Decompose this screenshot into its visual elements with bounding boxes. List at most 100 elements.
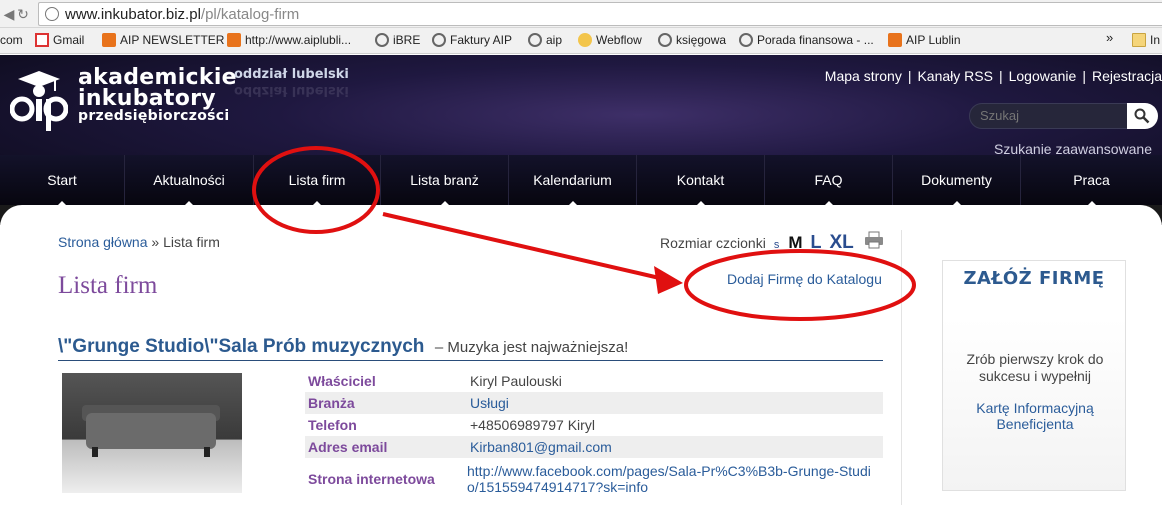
sofa-leg-shape bbox=[92, 447, 98, 457]
url-text: www.inkubator.biz.pl/pl/katalog-firm bbox=[65, 6, 300, 23]
globe-icon bbox=[739, 33, 753, 47]
nav-faq[interactable]: FAQ bbox=[765, 155, 893, 205]
bookmark-webflow[interactable]: Webflow bbox=[578, 33, 642, 47]
globe-icon bbox=[432, 33, 446, 47]
company-photo[interactable] bbox=[62, 373, 242, 493]
page-globe-icon bbox=[45, 7, 59, 21]
page-title: Lista firm bbox=[58, 272, 158, 299]
content-top-curve bbox=[0, 205, 1162, 235]
nav-dokumenty[interactable]: Dokumenty bbox=[893, 155, 1021, 205]
branch-label-reflection: oddział lubelski bbox=[234, 83, 349, 98]
bookmark-folder[interactable]: In bbox=[1132, 33, 1160, 47]
sofa-leg-shape bbox=[204, 447, 210, 457]
font-size-l-button[interactable]: L bbox=[810, 232, 821, 253]
bookmark-faktury-aip[interactable]: Faktury AIP bbox=[432, 33, 512, 47]
nav-praca[interactable]: Praca bbox=[1021, 155, 1162, 205]
gmail-icon bbox=[35, 33, 49, 47]
login-link[interactable]: Logowanie bbox=[1009, 68, 1077, 84]
address-bar[interactable]: www.inkubator.biz.pl/pl/katalog-firm bbox=[38, 2, 1162, 26]
start-company-text: Zrób pierwszy krok do sukcesu i wypełnij bbox=[966, 351, 1104, 384]
logo-text-line3: przedsiębiorczości bbox=[78, 108, 230, 124]
company-tagline: – Muzyka jest najważniejsza! bbox=[434, 339, 629, 356]
register-link[interactable]: Rejestracja bbox=[1092, 68, 1162, 84]
add-company-link[interactable]: Dodaj Firmę do Katalogu bbox=[727, 271, 882, 287]
company-name-link[interactable]: \"Grunge Studio\"Sala Prób muzycznych bbox=[58, 336, 424, 357]
nav-aktualnosci-label: Aktualności bbox=[153, 172, 225, 188]
bookmark-aip-newsletter[interactable]: AIP NEWSLETTER bbox=[102, 33, 224, 47]
bookmark-com[interactable]: com bbox=[0, 33, 23, 47]
nav-dokumenty-label: Dokumenty bbox=[921, 172, 992, 188]
print-icon[interactable] bbox=[864, 231, 884, 249]
table-row: Telefon +48506989797 Kiryl bbox=[305, 414, 883, 436]
start-company-title: ZAŁÓŻ FIRMĘ bbox=[963, 268, 1105, 289]
font-size-m-button[interactable]: M bbox=[788, 233, 802, 253]
breadcrumb: Strona główna » Lista firm bbox=[58, 234, 220, 250]
breadcrumb-separator: » bbox=[151, 234, 160, 250]
nav-lista-firm-label: Lista firm bbox=[288, 172, 346, 188]
sitemap-link[interactable]: Mapa strony bbox=[825, 68, 902, 84]
phone-value: +48506989797 Kiryl bbox=[470, 417, 595, 433]
search-box bbox=[969, 103, 1129, 129]
table-row: Właściciel Kiryl Paulouski bbox=[305, 370, 883, 392]
aip-logo-icon[interactable] bbox=[10, 69, 68, 133]
nav-kontakt[interactable]: Kontakt bbox=[637, 155, 765, 205]
aip-icon bbox=[888, 33, 902, 47]
bookmark-ksiegowa[interactable]: księgowa bbox=[658, 33, 726, 47]
nav-lista-firm[interactable]: Lista firm bbox=[254, 155, 381, 205]
table-row: Adres email Kirban801@gmail.com bbox=[305, 436, 883, 458]
email-label: Adres email bbox=[305, 436, 467, 458]
bookmark-aip-lublin[interactable]: AIP Lublin bbox=[888, 33, 961, 47]
annotation-arrow-head bbox=[654, 266, 683, 294]
bookmark-aiplublin-url[interactable]: http://www.aiplubli... bbox=[227, 33, 351, 47]
nav-faq-label: FAQ bbox=[814, 172, 843, 188]
font-size-xl-button[interactable]: XL bbox=[829, 232, 853, 254]
globe-icon bbox=[375, 33, 389, 47]
website-label: Strona internetowa bbox=[308, 471, 435, 487]
aip-icon bbox=[227, 33, 241, 47]
nav-aktualnosci[interactable]: Aktualności bbox=[125, 155, 254, 205]
nav-kalendarium-label: Kalendarium bbox=[533, 172, 612, 188]
bookmark-porada-finansowa[interactable]: Porada finansowa - ... bbox=[739, 33, 874, 47]
table-row: Branża Usługi bbox=[305, 392, 883, 414]
industry-link[interactable]: Usługi bbox=[470, 395, 509, 411]
globe-icon bbox=[528, 33, 542, 47]
bookmark-aip[interactable]: aip bbox=[528, 33, 562, 47]
font-size-label: Rozmiar czcionki bbox=[660, 235, 766, 251]
table-row: Strona internetowa http://www.facebook.c… bbox=[305, 458, 883, 500]
search-input[interactable] bbox=[980, 108, 1120, 123]
folder-icon bbox=[1132, 33, 1146, 47]
bookmark-ibre[interactable]: iBRE bbox=[375, 33, 420, 47]
company-details-table: Właściciel Kiryl Paulouski Branża Usługi… bbox=[305, 370, 883, 500]
nav-start-label: Start bbox=[47, 172, 77, 188]
bookmark-gmail[interactable]: Gmail bbox=[35, 33, 84, 47]
top-links: Mapa strony | Kanały RSS | Logowanie | Rejestr… bbox=[824, 68, 1162, 84]
nav-start[interactable]: Start bbox=[0, 155, 125, 205]
beneficiary-card-link[interactable]: Kartę Informacyjną Beneficjenta bbox=[957, 400, 1113, 432]
rss-link[interactable]: Kanały RSS bbox=[917, 68, 992, 84]
reload-icon[interactable]: ↻ bbox=[14, 5, 32, 23]
start-company-box[interactable]: ZAŁÓŻ FIRMĘ Zrób pierwszy krok do sukces… bbox=[942, 260, 1126, 491]
owner-value: Kiryl Paulouski bbox=[470, 373, 562, 389]
breadcrumb-home-link[interactable]: Strona główna bbox=[58, 234, 148, 250]
more-bookmarks-button[interactable]: » bbox=[1106, 30, 1113, 45]
website-link[interactable]: http://www.facebook.com/pages/Sala-Pr%C3… bbox=[467, 463, 871, 495]
sofa-shape bbox=[86, 413, 216, 449]
aip-icon bbox=[102, 33, 116, 47]
company-header: \"Grunge Studio\"Sala Prób muzycznych – … bbox=[58, 336, 883, 361]
font-size-s-button[interactable]: s bbox=[774, 239, 780, 251]
nav-lista-branz-label: Lista branż bbox=[410, 172, 479, 188]
industry-label: Branża bbox=[305, 392, 467, 414]
breadcrumb-current: Lista firm bbox=[163, 234, 220, 250]
nav-lista-branz[interactable]: Lista branż bbox=[381, 155, 509, 205]
nav-praca-label: Praca bbox=[1073, 172, 1110, 188]
branch-label: oddział lubelski bbox=[234, 67, 349, 82]
browser-toolbar: ◀ ↻ www.inkubator.biz.pl/pl/katalog-firm bbox=[0, 0, 1162, 28]
main-nav: Start Aktualności Lista firm Lista branż… bbox=[0, 155, 1162, 205]
search-icon bbox=[1134, 108, 1150, 124]
nav-kalendarium[interactable]: Kalendarium bbox=[509, 155, 637, 205]
column-divider bbox=[901, 230, 902, 505]
search-button[interactable] bbox=[1127, 103, 1158, 129]
email-link[interactable]: Kirban801@gmail.com bbox=[470, 439, 612, 455]
globe-icon bbox=[658, 33, 672, 47]
bookmarks-bar: com Gmail AIP NEWSLETTER http://www.aipl… bbox=[0, 28, 1162, 54]
